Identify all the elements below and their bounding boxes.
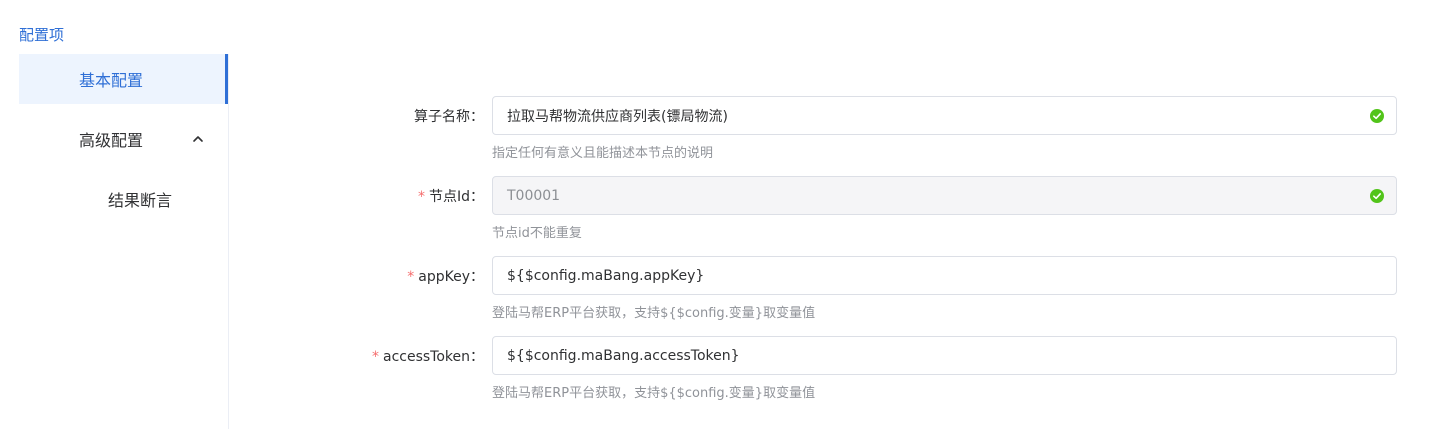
help-text: 登陆马帮ERP平台获取，支持${$config.变量}取变量值 [492, 306, 816, 321]
field-label-text: appKey [418, 269, 470, 285]
sidebar-item-advanced-config[interactable]: 高级配置 [19, 114, 228, 164]
sidebar-item-label: 结果断言 [108, 191, 173, 210]
form-row-app-key: * appKey： ${$config.maBang.appKey} 登陆马帮ER… [230, 256, 1439, 336]
sidebar-item-result-assertion[interactable]: 结果断言 [19, 174, 228, 224]
help-text: 指定任何有意义且能描述本节点的说明 [492, 146, 714, 161]
form-row-operator-name: 算子名称： 拉取马帮物流供应商列表(镖局物流) 指定任何有意义且能描述本节点的说… [230, 96, 1439, 176]
help-text: 登陆马帮ERP平台获取，支持${$config.变量}取变量值 [492, 386, 816, 401]
required-mark: * [417, 189, 425, 205]
form-row-access-token: * accessToken： ${$config.maBang.accessTok… [230, 336, 1439, 416]
field-label-text: 节点Id [428, 189, 470, 205]
field-label: 算子名称： [414, 106, 484, 126]
label-suffix: ： [470, 349, 484, 365]
app-key-input[interactable]: ${$config.maBang.appKey} [492, 256, 1397, 295]
check-circle-icon [1370, 109, 1384, 123]
required-mark: * [407, 269, 415, 285]
access-token-input[interactable]: ${$config.maBang.accessToken} [492, 336, 1397, 375]
field-label: * accessToken： [372, 346, 484, 366]
label-suffix: ： [470, 189, 484, 205]
operator-name-input[interactable]: 拉取马帮物流供应商列表(镖局物流) [492, 96, 1397, 135]
config-sidebar: 基本配置 高级配置 结果断言 [19, 54, 229, 429]
field-label: * 节点Id： [418, 186, 484, 206]
form-row-node-id: * 节点Id： T00001 节点id不能重复 [230, 176, 1439, 256]
help-text: 节点id不能重复 [492, 226, 582, 241]
field-label-text: accessToken [382, 349, 470, 365]
input-value: ${$config.maBang.appKey} [507, 267, 705, 284]
field-label: * appKey： [407, 266, 484, 286]
check-circle-icon [1370, 189, 1384, 203]
input-value: 拉取马帮物流供应商列表(镖局物流) [507, 108, 728, 125]
node-id-input: T00001 [492, 176, 1397, 215]
required-mark: * [371, 349, 379, 365]
sidebar-item-label: 高级配置 [79, 131, 144, 150]
input-value: T00001 [507, 187, 561, 204]
sidebar-item-basic-config[interactable]: 基本配置 [19, 54, 228, 104]
sidebar-item-label: 基本配置 [79, 71, 144, 90]
field-label-text: 算子名称 [414, 109, 470, 125]
label-suffix: ： [470, 109, 484, 125]
label-suffix: ： [470, 269, 484, 285]
input-value: ${$config.maBang.accessToken} [507, 347, 740, 364]
chevron-up-icon[interactable] [191, 132, 205, 146]
section-title: 配置项 [19, 26, 65, 44]
